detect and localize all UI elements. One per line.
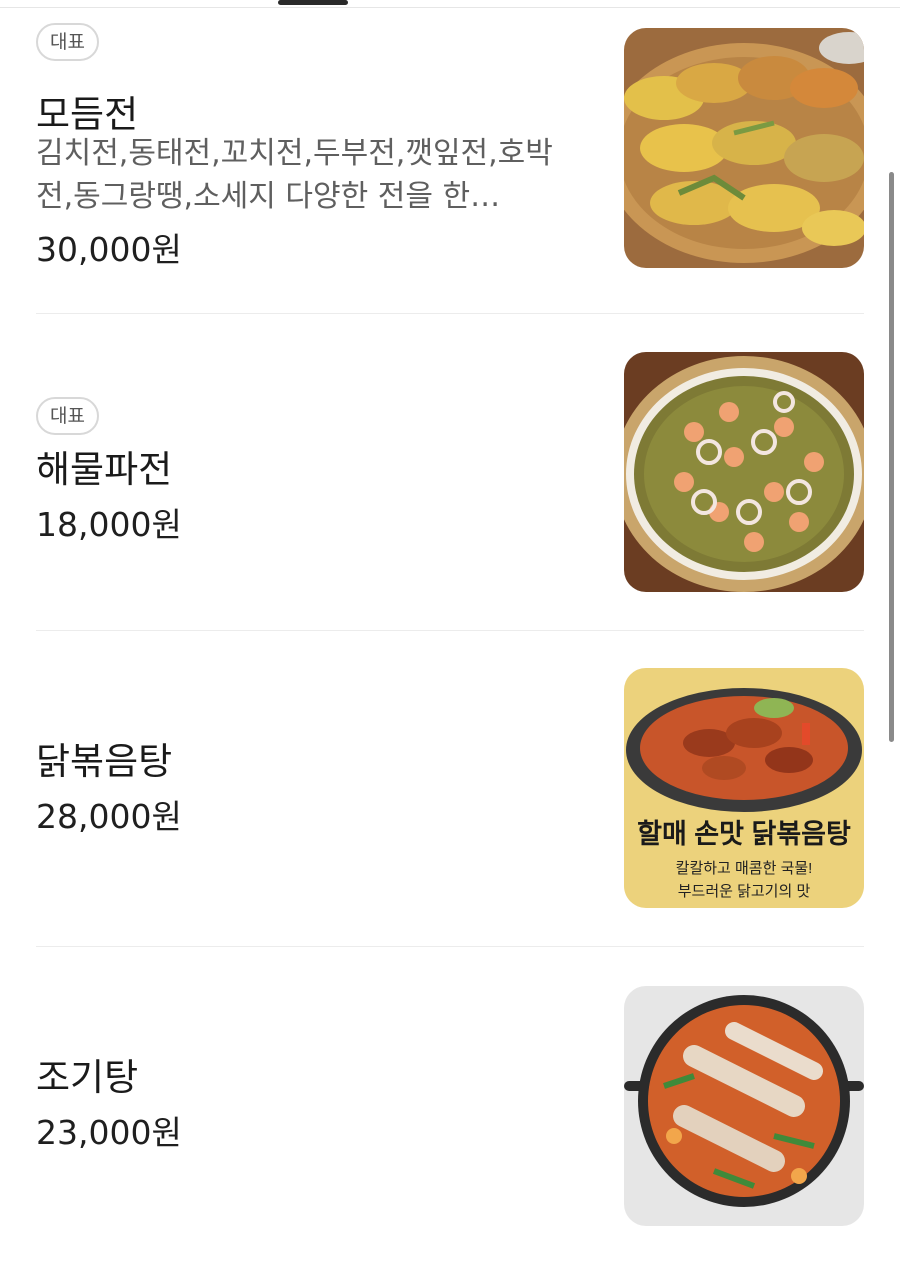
jeon-platter-photo [624, 28, 864, 268]
menu-item-2[interactable]: 대표 해물파전 18,000원 [36, 340, 864, 600]
menu-item-name: 해물파전 [36, 448, 173, 491]
top-divider [0, 0, 900, 8]
menu-item-price: 30,000원 [36, 230, 182, 269]
image-headline: 할매 손맛 닭볶음탕 [637, 819, 851, 849]
menu-item-4[interactable]: 조기탕 23,000원 [36, 976, 864, 1236]
menu-item-1[interactable]: 대표 모듬전 김치전,동태전,꼬치전,두부전,깻잎전,호박전,동그랑땡,소세지 … [36, 20, 864, 280]
item-divider [36, 630, 864, 631]
braised-chicken-photo: 할매 손맛 닭볶음탕 칼칼하고 매콤한 국물! 부드러운 닭고기의 맛 [624, 668, 864, 908]
menu-item-name: 닭볶음탕 [36, 740, 173, 783]
menu-item-3[interactable]: 닭볶음탕 28,000원 할매 손맛 닭볶음탕 칼칼하고 매콤한 국물! 부드러… [36, 660, 864, 920]
menu-item-price: 18,000원 [36, 505, 182, 544]
menu-item-description: 김치전,동태전,꼬치전,두부전,깻잎전,호박전,동그랑땡,소세지 다양한 전을 … [36, 136, 553, 214]
image-line1: 칼칼하고 매콤한 국물! [676, 860, 813, 877]
croaker-stew-photo [624, 986, 864, 1226]
image-line2: 부드러운 닭고기의 맛 [678, 883, 811, 900]
menu-item-price: 23,000원 [36, 1113, 182, 1152]
item-divider [36, 946, 864, 947]
menu-item-price: 28,000원 [36, 797, 182, 836]
seafood-pancake-photo [624, 352, 864, 592]
scrollbar[interactable] [889, 172, 894, 742]
signature-badge: 대표 [36, 397, 99, 435]
menu-item-name: 조기탕 [36, 1056, 139, 1099]
menu-item-name: 모듬전 [36, 93, 139, 136]
signature-badge: 대표 [36, 23, 99, 61]
drag-handle[interactable] [278, 0, 348, 5]
item-divider [36, 313, 864, 314]
